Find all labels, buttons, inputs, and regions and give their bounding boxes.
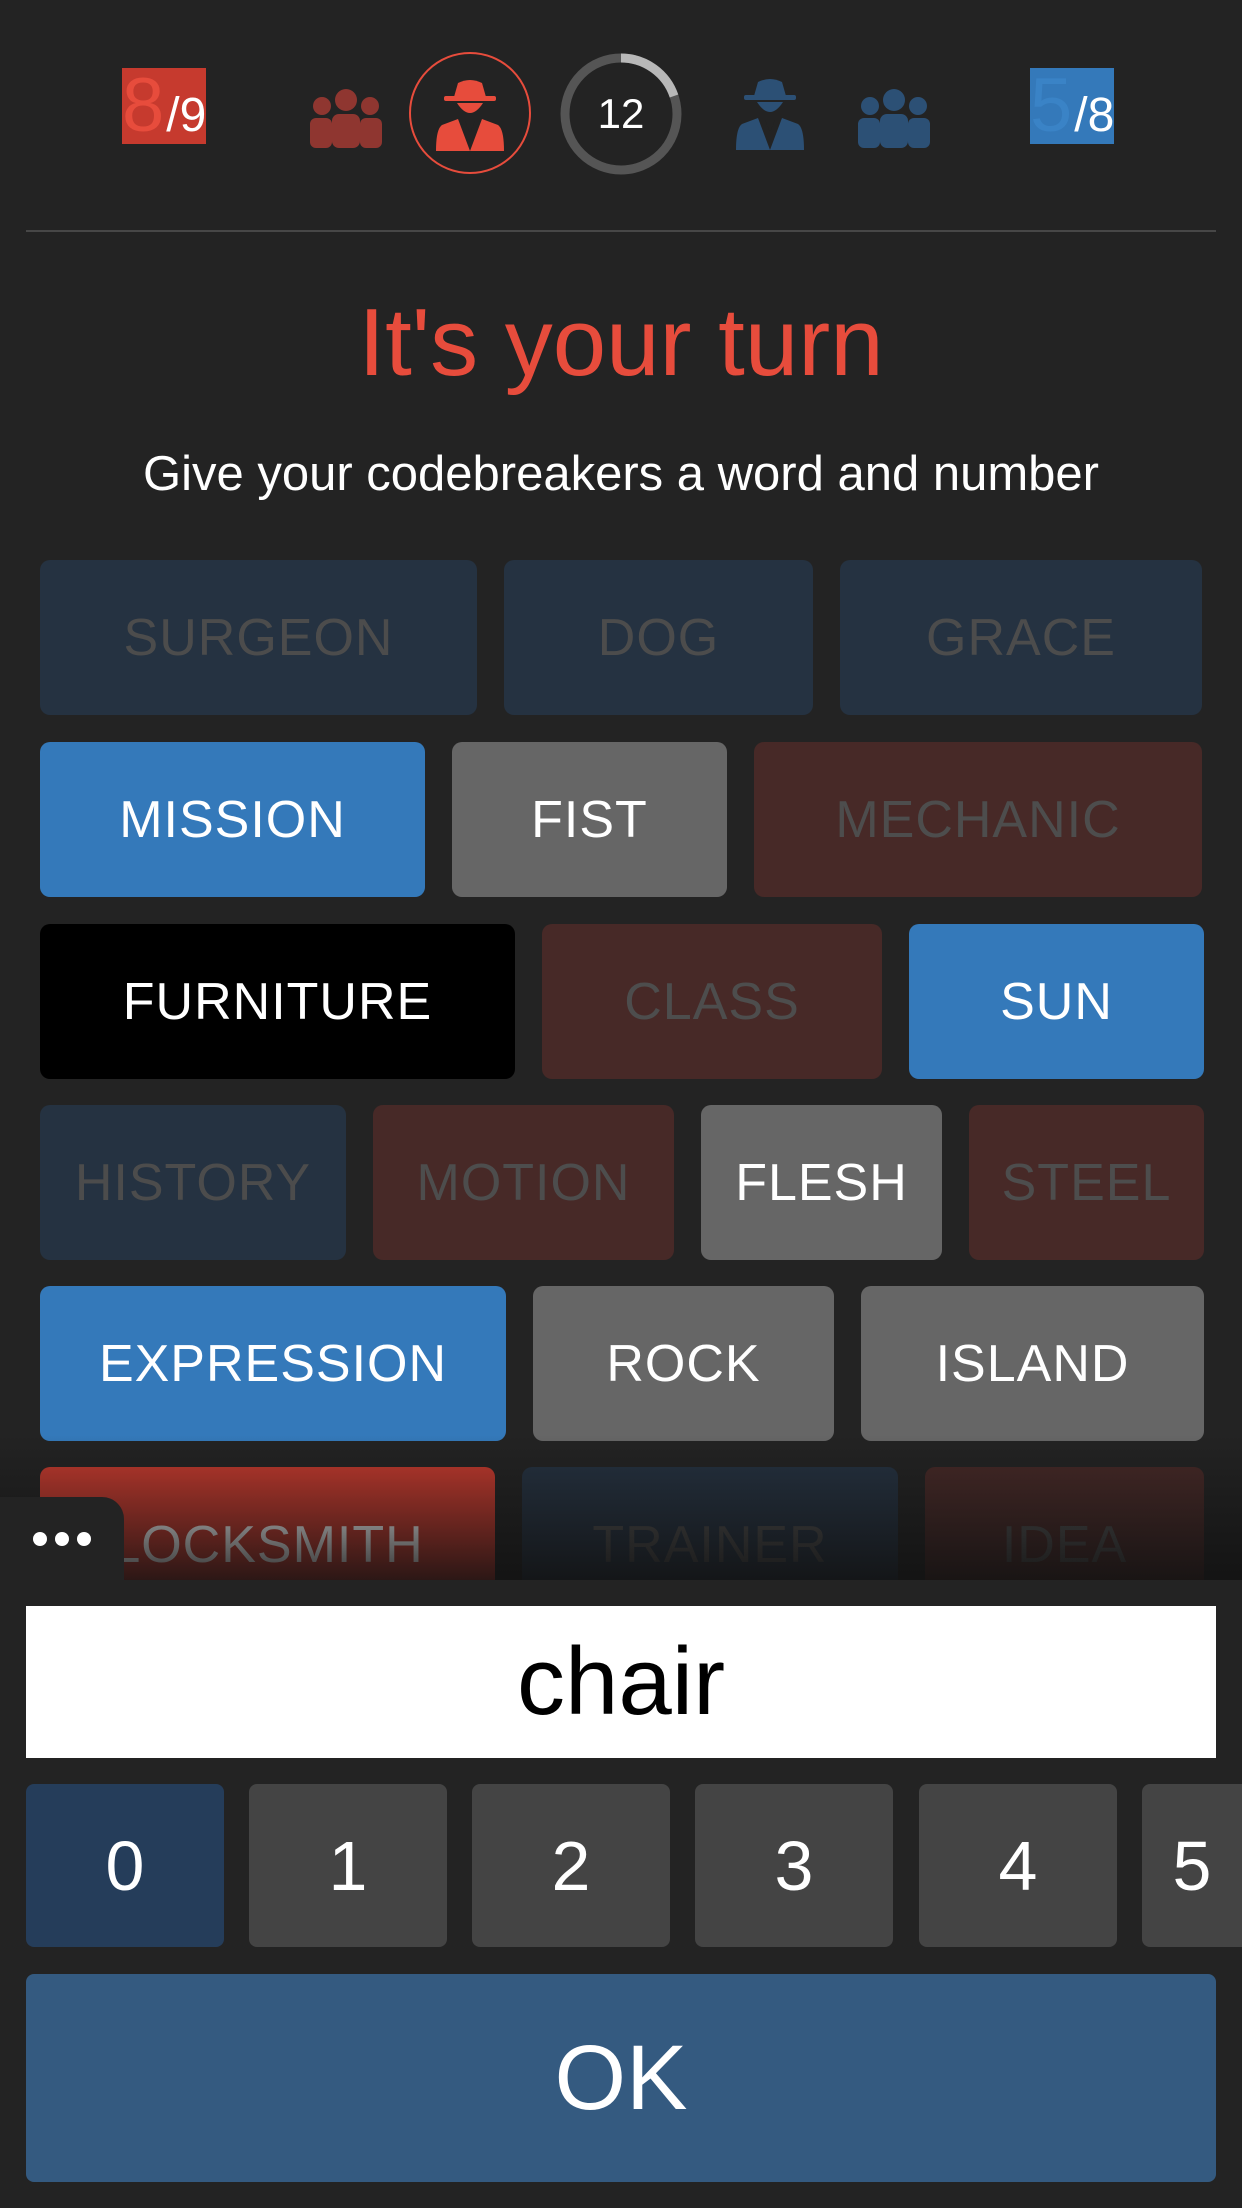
turn-timer: 12 — [559, 52, 683, 176]
word-card[interactable]: FIST — [452, 742, 727, 897]
ok-button[interactable]: OK — [26, 1974, 1216, 2182]
word-card[interactable]: DOG — [504, 560, 813, 715]
number-option-4[interactable]: 4 — [919, 1784, 1117, 1947]
word-card[interactable]: SURGEON — [40, 560, 477, 715]
team-red-icon — [310, 89, 382, 148]
timer-value: 12 — [597, 90, 645, 137]
turn-instructions: Give your codebreakers a word and number — [142, 447, 1099, 501]
word-card[interactable]: GRACE — [840, 560, 1202, 715]
word-card[interactable]: SUN — [909, 924, 1204, 1079]
team-blue-icon — [858, 89, 930, 148]
spymaster-red-icon — [436, 80, 504, 151]
spymaster-red-button[interactable] — [409, 52, 531, 174]
menu-button[interactable] — [0, 1497, 124, 1580]
word-card[interactable]: EXPRESSION — [40, 1286, 506, 1441]
divider — [26, 230, 1216, 232]
number-option-3[interactable]: 3 — [695, 1784, 893, 1947]
blue-remaining: 5 — [1030, 63, 1073, 148]
number-option-5[interactable]: 5 — [1142, 1784, 1242, 1947]
scoreboard: 8/9 12 5/8 — [0, 0, 1242, 232]
red-remaining: 8 — [122, 63, 165, 148]
word-card[interactable]: MISSION — [40, 742, 425, 897]
blue-total: /8 — [1074, 89, 1115, 142]
word-card[interactable]: MECHANIC — [754, 742, 1202, 897]
word-card[interactable]: STEEL — [969, 1105, 1204, 1260]
number-option-2[interactable]: 2 — [472, 1784, 670, 1947]
clue-word-input[interactable] — [26, 1606, 1216, 1758]
word-card[interactable]: FLESH — [701, 1105, 942, 1260]
turn-title: It's your turn — [358, 289, 884, 396]
red-total: /9 — [166, 89, 207, 142]
word-card[interactable]: ROCK — [533, 1286, 834, 1441]
menu-dots-icon — [33, 1531, 91, 1546]
blue-score: 5/8 — [1030, 68, 1115, 144]
red-score: 8/9 — [122, 68, 207, 144]
number-option-5-label: 5 — [1172, 1826, 1212, 1905]
word-card[interactable]: CLASS — [542, 924, 882, 1079]
number-option-0[interactable]: 0 — [26, 1784, 224, 1947]
word-card[interactable]: MOTION — [373, 1105, 674, 1260]
word-card[interactable]: FURNITURE — [40, 924, 515, 1079]
spymaster-blue-icon — [736, 79, 804, 150]
word-card[interactable]: HISTORY — [40, 1105, 346, 1260]
word-card[interactable]: ISLAND — [861, 1286, 1204, 1441]
number-option-1[interactable]: 1 — [249, 1784, 447, 1947]
